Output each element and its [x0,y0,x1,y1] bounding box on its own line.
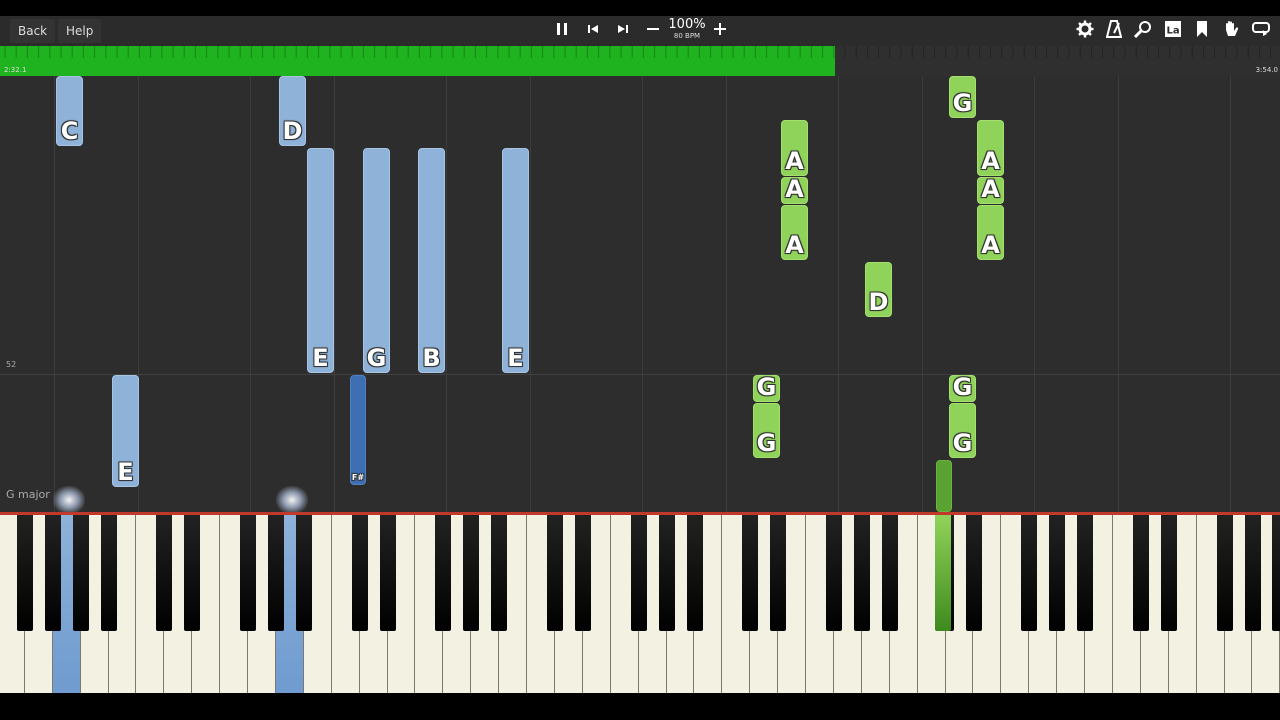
black-key[interactable] [1077,515,1094,631]
current-time: 2:32.1 [4,66,27,74]
grid-line [922,76,923,512]
black-key[interactable] [742,515,759,631]
note-a-right: A [781,205,808,260]
black-key[interactable] [1244,515,1261,631]
note-b-left: B [418,148,445,373]
black-key[interactable] [379,515,396,631]
help-button[interactable]: Help [58,19,102,43]
note-a-right: A [977,205,1004,260]
grid-line [530,76,531,512]
piano-keyboard[interactable] [0,515,1280,693]
black-key[interactable] [881,515,898,631]
black-key[interactable] [156,515,173,631]
speed-display: 100% 80 BPM [668,18,706,41]
grid-line [446,76,447,512]
grid-line [54,76,55,512]
minus-icon[interactable] [642,20,664,42]
note-g-right: G [949,373,976,402]
note-a-right: A [781,120,808,176]
note-playing-right [936,460,952,512]
black-key[interactable] [630,515,647,631]
note-g-right: G [753,373,780,402]
bookmark-icon[interactable] [1191,20,1213,42]
black-key[interactable] [268,515,284,631]
black-key[interactable] [72,515,89,631]
back-button[interactable]: Back [10,19,56,43]
black-key[interactable] [240,515,257,631]
note-d-right: D [865,262,892,317]
note-a-right: A [781,175,808,204]
black-key[interactable] [770,515,787,631]
skip-forward-icon[interactable] [612,20,634,42]
metronome-icon[interactable] [1103,20,1125,42]
grid-line [334,76,335,512]
skip-back-icon[interactable] [582,20,604,42]
black-key[interactable] [1132,515,1149,631]
black-key[interactable] [1216,515,1233,631]
black-key[interactable] [184,515,201,631]
grid-line [1118,76,1119,512]
black-key[interactable] [435,515,452,631]
note-e-left: E [307,148,334,373]
black-key[interactable] [100,515,117,631]
black-key[interactable] [351,515,368,631]
key-signature-label: G major [6,488,50,501]
grid-line [838,76,839,512]
zoom-percent: 100% [668,17,706,32]
black-key[interactable] [826,515,842,631]
note-a-right: A [977,175,1004,204]
song-progress-bar[interactable]: 2:32.1 3:54.0 [0,46,1280,76]
note-g-right: G [949,76,976,118]
note-d-left: D [279,76,306,146]
plus-icon[interactable] [709,20,731,42]
total-time: 3:54.0 [1255,66,1278,74]
grid-line [250,76,251,512]
black-key[interactable] [44,515,61,631]
grid-line [1230,76,1231,512]
progress-ticks [4,46,1272,58]
note-g-right: G [949,403,976,458]
black-key[interactable] [16,515,33,631]
top-letterbox [0,0,1280,16]
grid-line [1034,76,1035,512]
measure-number: 52 [6,360,17,369]
black-key[interactable] [491,515,508,631]
note-labels-icon[interactable]: La [1162,20,1184,42]
note-f-sharp-left: F# [350,375,366,485]
black-key[interactable] [295,515,312,631]
pause-icon[interactable] [551,20,573,42]
svg-text:La: La [1167,26,1180,37]
black-key[interactable] [547,515,563,631]
note-e-left: E [112,375,139,487]
grid-line [642,76,643,512]
note-c-left: C [56,76,83,146]
black-key[interactable] [463,515,480,631]
black-key[interactable] [686,515,703,631]
hand-icon[interactable] [1220,20,1242,42]
grid-line [726,76,727,512]
bottom-letterbox [0,693,1280,720]
note-a-right: A [977,120,1004,176]
black-key[interactable] [1160,515,1177,631]
tempo-bpm: 80 BPM [673,32,701,40]
black-key[interactable] [658,515,675,631]
settings-gear-icon[interactable] [1074,20,1096,42]
toolbar: Back Help 100% 80 BPM La [0,16,1280,46]
black-key[interactable] [853,515,870,631]
piano-roll: 52 G major C D E G B E E F# A A A G G D … [0,76,1280,512]
note-g-left: G [363,148,390,373]
note-e-left: E [502,148,529,373]
note-g-right: G [753,403,780,458]
black-key[interactable] [965,515,982,631]
loop-icon[interactable] [1250,20,1272,42]
black-key[interactable] [1272,515,1280,631]
black-key[interactable] [1021,515,1038,631]
key-hit-glow [53,486,85,514]
black-key[interactable] [1049,515,1066,631]
black-key-pressed[interactable] [935,515,951,631]
magnifier-icon[interactable] [1132,20,1154,42]
measure-line [0,374,1280,375]
key-hit-glow [276,486,308,514]
black-key[interactable] [574,515,591,631]
